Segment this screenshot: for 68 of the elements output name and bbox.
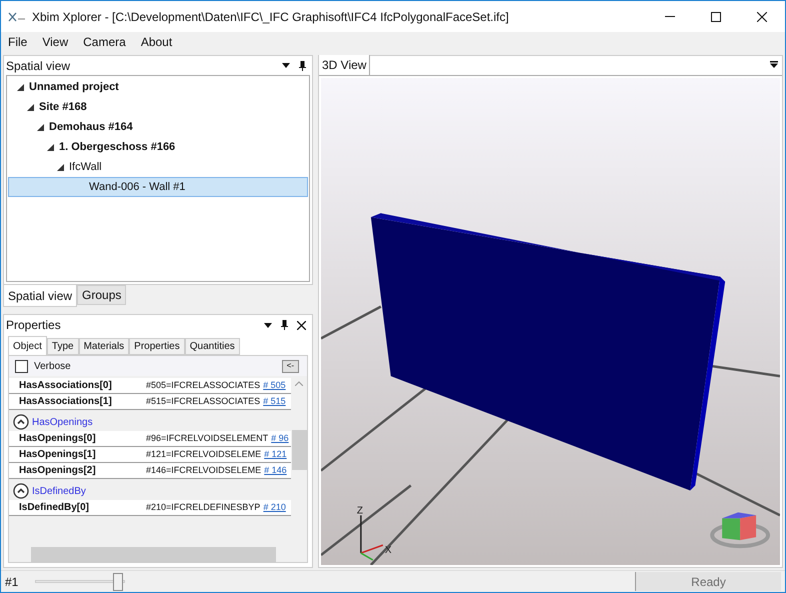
entity-link[interactable]: # 515	[263, 394, 286, 408]
group-title[interactable]: IsDefinedBy	[32, 484, 86, 498]
group-title[interactable]: HasOpenings	[32, 414, 93, 430]
expand-icon[interactable]	[37, 124, 44, 130]
status-label: #1	[5, 574, 20, 590]
properties-tab[interactable]: Object	[8, 336, 47, 355]
property-name: HasAssociations[0]	[19, 379, 113, 393]
dropdown-icon[interactable]	[264, 322, 272, 328]
property-value: #96=IFCRELVOIDSELEMENT	[146, 432, 268, 445]
entity-link[interactable]: # 505	[263, 378, 286, 392]
maximize-icon	[711, 12, 721, 22]
entity-link[interactable]: # 146	[264, 464, 287, 478]
view-cube-icon	[710, 512, 770, 548]
property-name: HasOpenings[0]	[19, 432, 97, 446]
tree-item[interactable]: Wand-006 - Wall #1	[8, 177, 308, 197]
property-value: #146=IFCRELVOIDSELEME	[146, 464, 262, 477]
property-value: #121=IFCRELVOIDSELEME	[146, 448, 262, 461]
tree-item[interactable]: 1. Obergeschoss #166	[8, 137, 308, 157]
properties-tab[interactable]: Quantities	[184, 338, 240, 355]
menu-item[interactable]: View	[38, 33, 72, 51]
menu-item[interactable]: Camera	[79, 33, 130, 51]
panel-title: Spatial view	[6, 58, 70, 74]
app-logo-icon	[8, 12, 26, 22]
properties-tab[interactable]: Materials	[78, 338, 130, 355]
expand-icon[interactable]	[47, 144, 54, 150]
panel-tab[interactable]: Spatial view	[3, 285, 78, 307]
slider-thumb[interactable]	[112, 572, 123, 590]
tree-item[interactable]: IfcWall	[8, 157, 308, 177]
pin-icon[interactable]	[281, 320, 288, 330]
property-value: #515=IFCRELASSOCIATES	[146, 394, 260, 408]
property-value: #505=IFCRELASSOCIATES	[146, 378, 260, 392]
property-name: IsDefinedBy[0]	[19, 501, 90, 515]
menu-item[interactable]: About	[136, 33, 176, 51]
status-text: Ready	[635, 572, 781, 591]
entity-link[interactable]: # 121	[264, 448, 287, 462]
window-title: Xbim Xplorer - [C:\Development\Daten\IFC\_IFC Graphisoft\IFC4 IfcPolygonalFaceSet.ifc]	[32, 8, 509, 26]
tree-item[interactable]: Unnamed project	[8, 77, 308, 97]
entity-link[interactable]: # 210	[263, 500, 286, 514]
panel-title: Properties	[6, 317, 61, 334]
collapse-icon[interactable]	[13, 483, 29, 499]
dropdown-icon[interactable]	[282, 63, 290, 68]
overflow-menu-icon[interactable]	[770, 61, 778, 68]
3d-scene-drawing[interactable]: Z X	[321, 78, 780, 565]
collapse-icon[interactable]	[13, 414, 29, 430]
property-name: HasAssociations[1]	[19, 395, 113, 409]
entity-link[interactable]: # 96	[271, 432, 289, 446]
expand-icon[interactable]	[17, 84, 24, 90]
properties-tab[interactable]: Properties	[129, 338, 185, 355]
panel-tab[interactable]: Groups	[77, 285, 126, 305]
close-icon	[757, 12, 767, 22]
tree-item[interactable]: Demohaus #164	[8, 117, 308, 137]
close-icon[interactable]	[297, 320, 306, 330]
verbose-label: Verbose	[34, 360, 71, 374]
back-button[interactable]: <-	[282, 360, 299, 372]
property-name: HasOpenings[1]	[19, 448, 97, 462]
menu-item[interactable]: File	[4, 33, 32, 51]
pin-icon[interactable]	[299, 60, 306, 70]
property-name: HasOpenings[2]	[19, 464, 97, 478]
properties-tab[interactable]: Type	[46, 338, 79, 355]
view-tab[interactable]: 3D View	[319, 55, 370, 75]
expand-icon[interactable]	[57, 164, 64, 170]
scroll-thumb[interactable]	[292, 430, 306, 470]
verbose-checkbox[interactable]	[15, 360, 28, 372]
property-value: #210=IFCRELDEFINESBYP	[146, 500, 260, 514]
scroll-thumb[interactable]	[31, 546, 276, 562]
tree-item[interactable]: Site #168	[8, 97, 308, 117]
expand-icon[interactable]	[27, 104, 34, 110]
minimize-icon	[665, 16, 675, 17]
